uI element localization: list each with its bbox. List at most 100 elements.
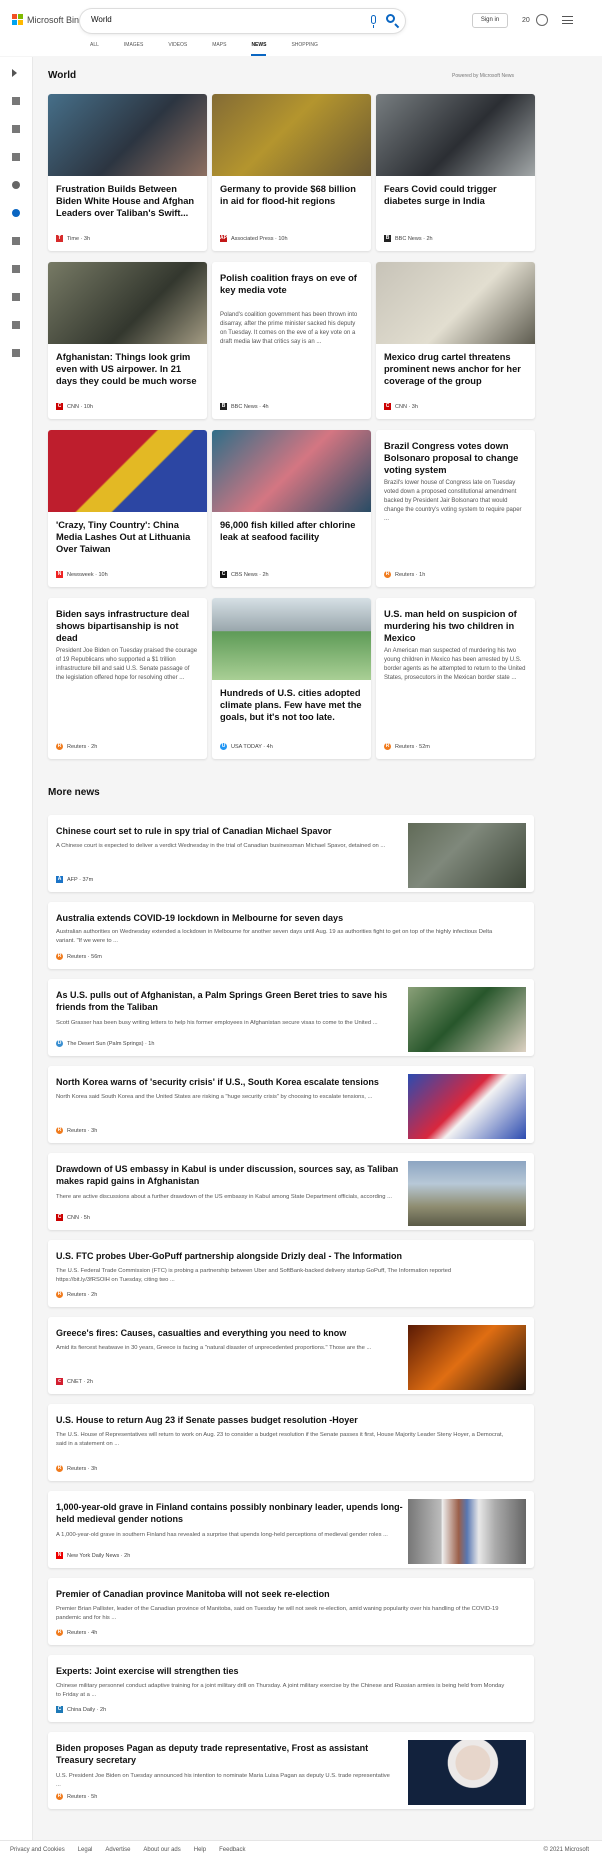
news-title[interactable]: 1,000-year-old grave in Finland contains… — [56, 1501, 406, 1525]
news-card[interactable]: Afghanistan: Things look grim even with … — [48, 262, 207, 419]
news-card[interactable]: 96,000 fish killed after chlorine leak a… — [212, 430, 371, 587]
more-news-item[interactable]: As U.S. pulls out of Afghanistan, a Palm… — [48, 979, 534, 1056]
news-card[interactable]: Hundreds of U.S. cities adopted climate … — [212, 598, 371, 759]
source-name: New York Daily News · 2h — [67, 1552, 131, 1559]
news-title[interactable]: Experts: Joint exercise will strengthen … — [56, 1665, 516, 1677]
rewards-points[interactable]: 20 — [522, 17, 530, 24]
tab-all[interactable]: ALL — [90, 40, 99, 56]
news-description: The U.S. Federal Trade Commission (FTC) … — [56, 1268, 452, 1283]
news-title[interactable]: Drawdown of US embassy in Kabul is under… — [56, 1163, 406, 1187]
more-news-item[interactable]: Drawdown of US embassy in Kabul is under… — [48, 1153, 534, 1230]
more-news-item[interactable]: Premier of Canadian province Manitoba wi… — [48, 1578, 534, 1645]
card-headline[interactable]: Frustration Builds Between Biden White H… — [56, 183, 199, 219]
news-card[interactable]: Frustration Builds Between Biden White H… — [48, 94, 207, 251]
hamburger-menu-icon[interactable] — [562, 16, 573, 24]
more-news-item[interactable]: North Korea warns of 'security crisis' i… — [48, 1066, 534, 1143]
newsweek-icon: N — [56, 571, 63, 578]
news-card[interactable]: Germany to provide $68 billion in aid fo… — [212, 94, 371, 251]
source-name: Reuters · 56m — [67, 953, 102, 960]
science-icon[interactable] — [12, 237, 20, 245]
card-headline[interactable]: Biden says infrastructure deal shows bip… — [56, 608, 199, 644]
search-box[interactable]: World — [80, 9, 405, 33]
news-title[interactable]: Premier of Canadian province Manitoba wi… — [56, 1588, 516, 1600]
news-title[interactable]: Greece's fires: Causes, casualties and e… — [56, 1327, 406, 1339]
source-label: R Reuters · 4h — [56, 1629, 97, 1636]
more-news-item[interactable]: U.S. FTC probes Uber-GoPuff partnership … — [48, 1240, 534, 1307]
news-card[interactable]: 'Crazy, Tiny Country': China Media Lashe… — [48, 430, 207, 587]
rocket-icon[interactable] — [12, 265, 20, 273]
bing-logo[interactable]: Microsoft Bing — [12, 14, 84, 25]
microphone-icon[interactable] — [371, 15, 376, 28]
tab-images[interactable]: IMAGES — [124, 40, 143, 56]
business-icon[interactable] — [12, 349, 20, 357]
news-card[interactable]: Fears Covid could trigger diabetes surge… — [376, 94, 535, 251]
news-image — [48, 430, 207, 512]
news-image — [376, 94, 535, 176]
card-headline[interactable]: Afghanistan: Things look grim even with … — [56, 351, 199, 387]
cnet-icon: c — [56, 1378, 63, 1385]
rewards-trophy-icon[interactable] — [536, 14, 548, 26]
more-news-item[interactable]: 1,000-year-old grave in Finland contains… — [48, 1491, 534, 1568]
news-card[interactable]: Biden says infrastructure deal shows bip… — [48, 598, 207, 759]
card-headline[interactable]: Mexico drug cartel threatens prominent n… — [384, 351, 527, 387]
expand-arrow-icon[interactable] — [12, 69, 17, 77]
news-title[interactable]: U.S. House to return Aug 23 if Senate pa… — [56, 1414, 516, 1426]
search-icon[interactable] — [386, 14, 395, 23]
card-description: An American man suspected of murdering h… — [384, 648, 526, 681]
card-headline[interactable]: 'Crazy, Tiny Country': China Media Lashe… — [56, 519, 199, 555]
location-icon[interactable] — [12, 181, 20, 189]
card-headline[interactable]: Germany to provide $68 billion in aid fo… — [220, 183, 363, 207]
source-name: Associated Press · 10h — [231, 235, 288, 242]
feedback-link[interactable]: Feedback — [219, 1847, 245, 1853]
news-title[interactable]: U.S. FTC probes Uber-GoPuff partnership … — [56, 1250, 516, 1262]
source-label: B BBC News · 4h — [220, 403, 269, 410]
about-ads-link[interactable]: About our ads — [143, 1847, 180, 1853]
news-card[interactable]: U.S. man held on suspicion of murdering … — [376, 598, 535, 759]
tab-videos[interactable]: VIDEOS — [168, 40, 187, 56]
flag-icon[interactable] — [12, 153, 20, 161]
card-headline[interactable]: Fears Covid could trigger diabetes surge… — [384, 183, 527, 207]
news-title[interactable]: Chinese court set to rule in spy trial o… — [56, 825, 406, 837]
news-title[interactable]: North Korea warns of 'security crisis' i… — [56, 1076, 406, 1088]
tab-maps[interactable]: MAPS — [212, 40, 226, 56]
news-card[interactable]: Brazil Congress votes down Bolsonaro pro… — [376, 430, 535, 587]
card-headline[interactable]: U.S. man held on suspicion of murdering … — [384, 608, 527, 644]
advertise-link[interactable]: Advertise — [105, 1847, 130, 1853]
news-image — [48, 94, 207, 176]
card-headline[interactable]: Hundreds of U.S. cities adopted climate … — [220, 687, 363, 723]
card-headline[interactable]: Polish coalition frays on eve of key med… — [220, 272, 363, 296]
more-news-item[interactable]: Chinese court set to rule in spy trial o… — [48, 815, 534, 892]
entertainment-icon[interactable] — [12, 293, 20, 301]
news-card[interactable]: Mexico drug cartel threatens prominent n… — [376, 262, 535, 419]
search-input[interactable]: World — [91, 15, 112, 24]
more-news-item[interactable]: Biden proposes Pagan as deputy trade rep… — [48, 1732, 534, 1809]
more-news-item[interactable]: U.S. House to return Aug 23 if Senate pa… — [48, 1404, 534, 1481]
more-news-item[interactable]: Australia extends COVID-19 lockdown in M… — [48, 902, 534, 969]
news-description: Australian authorities on Wednesday exte… — [56, 929, 493, 944]
privacy-link[interactable]: Privacy and Cookies — [10, 1847, 65, 1853]
news-card[interactable]: Polish coalition frays on eve of key med… — [212, 262, 371, 419]
legal-link[interactable]: Legal — [78, 1847, 93, 1853]
more-news-item[interactable]: Greece's fires: Causes, casualties and e… — [48, 1317, 534, 1394]
source-name: Reuters · 5h — [67, 1793, 98, 1800]
card-headline[interactable]: Brazil Congress votes down Bolsonaro pro… — [384, 440, 527, 476]
tab-news[interactable]: NEWS — [251, 40, 267, 56]
news-title[interactable]: Australia extends COVID-19 lockdown in M… — [56, 912, 516, 924]
reuters-icon: R — [56, 1465, 63, 1472]
reuters-icon: R — [56, 1629, 63, 1636]
news-title[interactable]: Biden proposes Pagan as deputy trade rep… — [56, 1742, 406, 1766]
source-name: BBC News · 2h — [395, 235, 433, 242]
politics-icon[interactable] — [12, 321, 20, 329]
source-label: R Reuters · 3h — [56, 1465, 97, 1472]
more-news-item[interactable]: Experts: Joint exercise will strengthen … — [48, 1655, 534, 1722]
world-globe-icon[interactable] — [12, 209, 20, 217]
help-link[interactable]: Help — [194, 1847, 206, 1853]
card-headline[interactable]: 96,000 fish killed after chlorine leak a… — [220, 519, 363, 543]
source-name: BBC News · 4h — [231, 403, 269, 410]
sign-in-button[interactable]: Sign in — [472, 13, 508, 28]
source-name: CNET · 2h — [67, 1378, 93, 1385]
trending-icon[interactable] — [12, 125, 20, 133]
home-icon[interactable] — [12, 97, 20, 105]
tab-shopping[interactable]: SHOPPING — [291, 40, 317, 56]
news-title[interactable]: As U.S. pulls out of Afghanistan, a Palm… — [56, 989, 406, 1013]
